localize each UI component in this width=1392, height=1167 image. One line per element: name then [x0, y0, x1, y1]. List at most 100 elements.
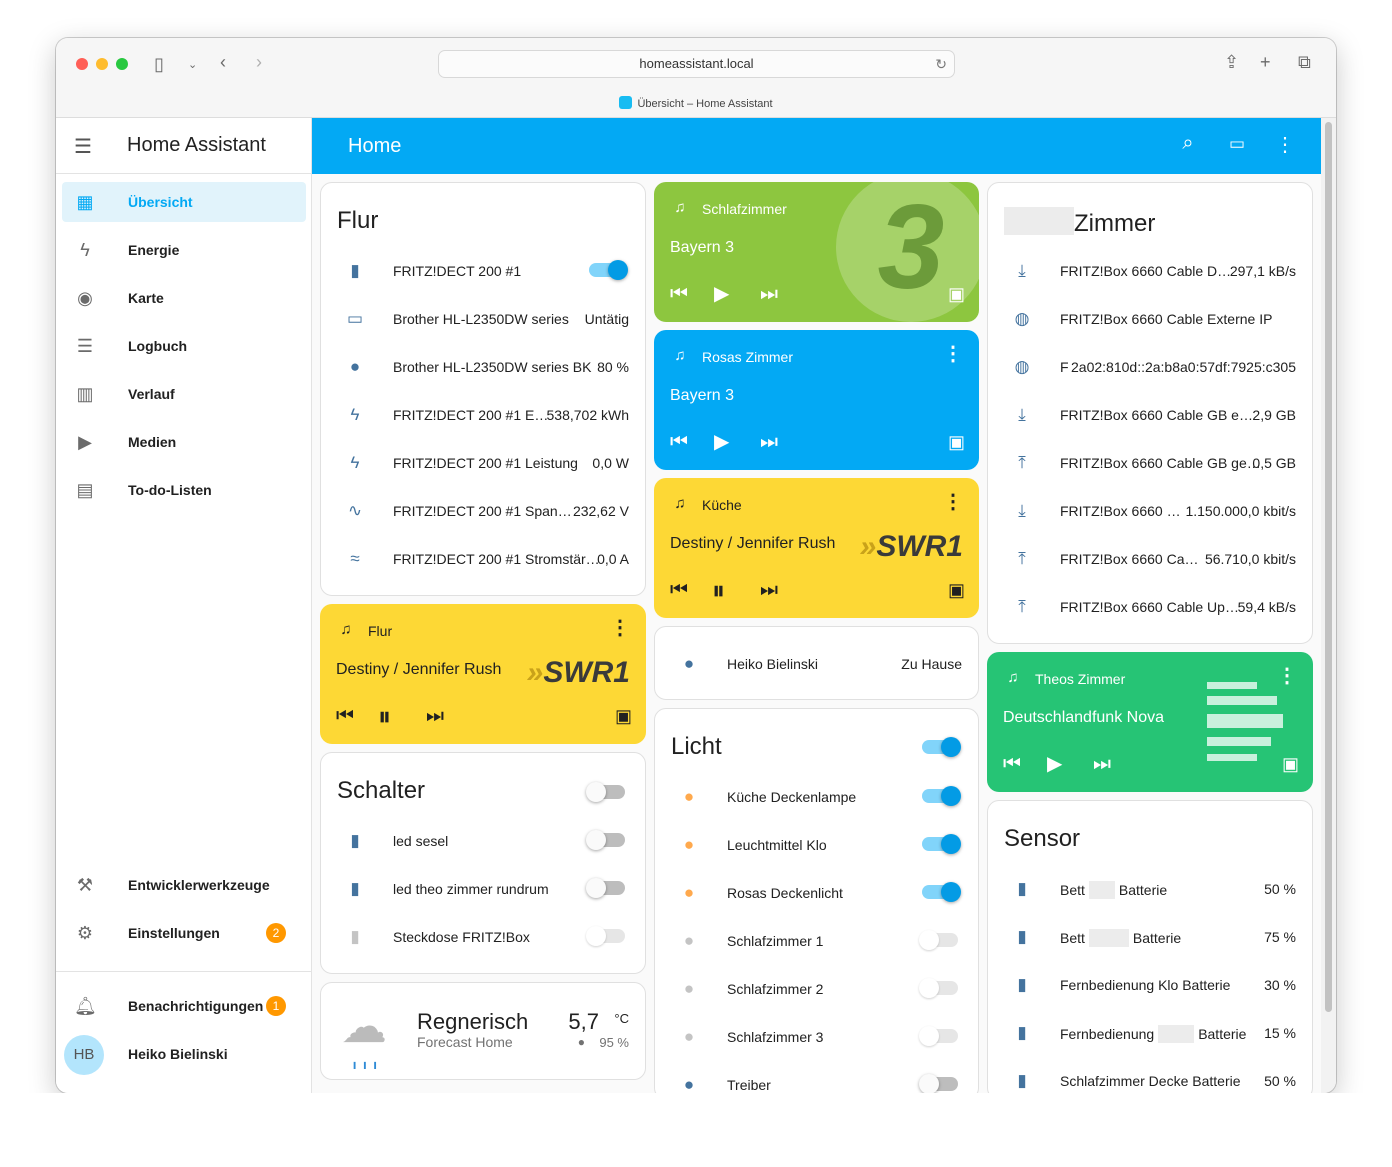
sidebar-item-todo[interactable]: ▤ To-do-Listen	[62, 470, 306, 510]
previous-track-icon[interactable]: ⏮︎	[670, 430, 688, 454]
entity-toggle[interactable]	[922, 882, 961, 902]
search-icon[interactable]: ⌕	[1176, 132, 1200, 155]
sidebar-toggle-icon[interactable]: ▯	[154, 54, 164, 74]
next-track-icon[interactable]: ⏭︎	[760, 430, 778, 454]
sidebar-item-settings[interactable]: ⚙ Einstellungen 2	[62, 913, 306, 953]
schalter-master-toggle[interactable]	[586, 782, 625, 802]
play-icon[interactable]: ▶︎	[714, 430, 729, 454]
media-browse-icon[interactable]: ▣	[948, 282, 965, 306]
entity-toggle[interactable]	[586, 830, 625, 850]
minimize-window-button[interactable]	[96, 58, 108, 70]
person-card[interactable]: ● Heiko Bielinski Zu Hause	[654, 626, 979, 700]
previous-track-icon[interactable]: ⏮︎	[670, 578, 688, 602]
new-tab-icon[interactable]: +	[1260, 52, 1271, 72]
close-window-button[interactable]	[76, 58, 88, 70]
media-card-flur[interactable]: ♫ Flur ⋮ Destiny / Jennifer Rush »SWR1 ⏮…	[320, 604, 646, 744]
next-track-icon[interactable]: ⏭︎	[760, 282, 778, 306]
play-icon[interactable]: ▶︎	[1047, 752, 1062, 776]
entity-toggle[interactable]	[919, 930, 958, 950]
media-card-schlafzimmer[interactable]: 3 ♫ Schlafzimmer Bayern 3 ⏮︎ ▶︎ ⏭︎ ▣	[654, 182, 979, 322]
media-card-rosas-zimmer[interactable]: ♫ Rosas Zimmer ⋮ Bayern 3 ⏮︎ ▶︎ ⏭︎ ▣	[654, 330, 979, 470]
avatar[interactable]: HB	[64, 1035, 104, 1075]
next-track-icon[interactable]: ⏭︎	[426, 704, 444, 728]
more-vert-icon[interactable]: ⋮	[610, 618, 630, 638]
tab-overview-icon[interactable]: ⧉	[1298, 52, 1311, 72]
sidebar-item-logbuch[interactable]: ☰ Logbuch	[62, 326, 306, 366]
sidebar-item-verlauf[interactable]: ▥ Verlauf	[62, 374, 306, 414]
licht-master-toggle[interactable]	[922, 737, 961, 757]
share-icon[interactable]: ⇪	[1224, 52, 1239, 72]
next-track-icon[interactable]: ⏭︎	[1093, 752, 1111, 776]
entity-toggle[interactable]	[919, 1026, 958, 1046]
list-item[interactable]: ∿ FRITZ!DECT 200 #1 Span… 232,62 V	[321, 487, 645, 535]
list-item[interactable]: ▮ led sesel	[321, 817, 645, 865]
list-item[interactable]: ▭ Brother HL-L2350DW series Untätig	[321, 295, 645, 343]
entity-toggle[interactable]	[919, 978, 958, 998]
list-item[interactable]: ▮ Fernbedienung Batterie 15 %	[988, 1009, 1312, 1057]
entity-toggle[interactable]	[586, 926, 625, 946]
list-item[interactable]: ● Küche Deckenlampe	[655, 773, 978, 821]
list-item[interactable]: ⤒ FRITZ!Box 6660 Cable GB ge… 0,5 GB	[988, 439, 1312, 487]
list-item[interactable]: ▮ Bett Batterie 50 %	[988, 865, 1312, 913]
list-item[interactable]: ⤓ FRITZ!Box 6660 Cable GB e… 2,9 GB	[988, 391, 1312, 439]
forward-icon[interactable]: ›	[256, 52, 262, 72]
play-icon[interactable]: ▶︎	[714, 282, 729, 306]
scrollbar-thumb[interactable]	[1325, 122, 1332, 1012]
more-vert-icon[interactable]: ⋮	[1273, 132, 1297, 157]
list-item[interactable]: ⤓ FRITZ!Box 6660 … 1.150.000,0 kbit/s	[988, 487, 1312, 535]
list-item[interactable]: ▮ led theo zimmer rundrum	[321, 865, 645, 913]
list-item[interactable]: ● Leuchtmittel Klo	[655, 821, 978, 869]
main-scrollbar[interactable]	[1321, 118, 1336, 1093]
entity-toggle[interactable]	[586, 878, 625, 898]
media-browse-icon[interactable]: ▣	[948, 578, 965, 602]
chevron-down-icon[interactable]: ⌄	[188, 55, 197, 75]
list-item[interactable]: ▮ Bett Batterie 75 %	[988, 913, 1312, 961]
active-tab[interactable]: Übersicht – Home Assistant	[56, 96, 1336, 110]
list-item[interactable]: ▮ FRITZ!DECT 200 #1	[321, 247, 645, 295]
media-card-kueche[interactable]: ♫ Küche ⋮ Destiny / Jennifer Rush »SWR1 …	[654, 478, 979, 618]
entity-toggle[interactable]	[589, 260, 628, 280]
media-browse-icon[interactable]: ▣	[615, 704, 632, 728]
list-item[interactable]: ◍ FRITZ!Box 6660 Cable Externe IP	[988, 295, 1312, 343]
weather-card[interactable]: ☁︎ ╻╻╻ Regnerisch Forecast Home 5,7 °C ● …	[320, 982, 646, 1080]
list-item[interactable]: ⤒ FRITZ!Box 6660 Ca… 56.710,0 kbit/s	[988, 535, 1312, 583]
sidebar-item-notifications[interactable]: 🔔︎ Benachrichtigungen 1	[62, 986, 306, 1026]
entity-toggle[interactable]	[922, 786, 961, 806]
sidebar-item-user[interactable]: Heiko Bielinski	[112, 1034, 302, 1074]
more-vert-icon[interactable]: ⋮	[943, 344, 963, 364]
media-browse-icon[interactable]: ▣	[948, 430, 965, 454]
more-vert-icon[interactable]: ⋮	[1277, 666, 1297, 686]
list-item[interactable]: ϟ FRITZ!DECT 200 #1 Leistung 0,0 W	[321, 439, 645, 487]
media-card-theos-zimmer[interactable]: ♫ Theos Zimmer ⋮ Deutschlandfunk Nova ⏮︎…	[987, 652, 1313, 792]
sidebar-item-energie[interactable]: ϟ Energie	[62, 230, 306, 270]
list-item[interactable]: ● Schlafzimmer 3	[655, 1013, 978, 1061]
zoom-window-button[interactable]	[116, 58, 128, 70]
media-browse-icon[interactable]: ▣	[1282, 752, 1299, 776]
sidebar-item-uebersicht[interactable]: ▦ Übersicht	[62, 182, 306, 222]
list-item[interactable]: ▮ Steckdose FRITZ!Box	[321, 913, 645, 961]
list-item[interactable]: ▮ Fernbedienung Klo Batterie 30 %	[988, 961, 1312, 1009]
more-vert-icon[interactable]: ⋮	[943, 492, 963, 512]
entity-toggle[interactable]	[922, 834, 961, 854]
list-item[interactable]: ◍ F 2a02:810d::2a:b8a0:57df:7925:c305	[988, 343, 1312, 391]
pause-icon[interactable]: ⏸︎	[378, 703, 391, 729]
list-item[interactable]: ● Brother HL-L2350DW series BK 80 %	[321, 343, 645, 391]
previous-track-icon[interactable]: ⏮︎	[670, 282, 688, 306]
entity-toggle[interactable]	[919, 1074, 958, 1094]
reload-icon[interactable]: ↻	[935, 51, 947, 77]
back-icon[interactable]: ‹	[220, 52, 226, 72]
pause-icon[interactable]: ⏸︎	[712, 577, 725, 603]
assist-icon[interactable]: ▭	[1225, 134, 1249, 154]
list-item[interactable]: ● Schlafzimmer 1	[655, 917, 978, 965]
sidebar-item-developer-tools[interactable]: ⚒ Entwicklerwerkzeuge	[62, 865, 306, 905]
list-item[interactable]: ● Schlafzimmer 2	[655, 965, 978, 1013]
previous-track-icon[interactable]: ⏮︎	[336, 704, 354, 728]
sidebar-item-karte[interactable]: ◉ Karte	[62, 278, 306, 318]
list-item[interactable]: ≈ FRITZ!DECT 200 #1 Stromstär… 0,0 A	[321, 535, 645, 583]
previous-track-icon[interactable]: ⏮︎	[1003, 752, 1021, 776]
list-item[interactable]: ϟ FRITZ!DECT 200 #1 E… 538,702 kWh	[321, 391, 645, 439]
next-track-icon[interactable]: ⏭︎	[760, 578, 778, 602]
list-item[interactable]: ● Heiko Bielinski Zu Hause	[655, 640, 978, 688]
list-item[interactable]: ⤒ FRITZ!Box 6660 Cable Up… 59,4 kB/s	[988, 583, 1312, 631]
list-item[interactable]: ● Rosas Deckenlicht	[655, 869, 978, 917]
